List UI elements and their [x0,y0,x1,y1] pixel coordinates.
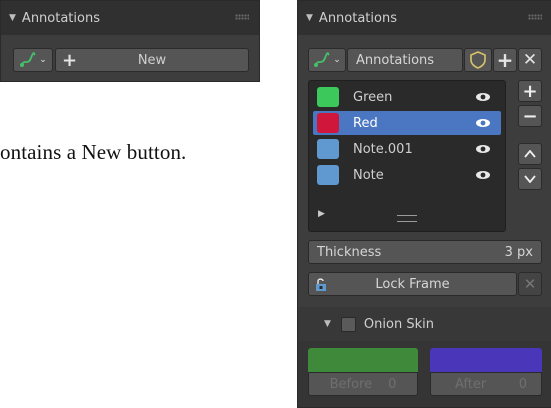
collapse-triangle-icon[interactable]: ▼ [306,13,313,23]
stroke-icon [20,52,36,67]
triangle-up-icon [524,150,536,158]
layer-row-note[interactable]: Note [313,163,501,187]
new-label: New [137,52,167,68]
panel-header[interactable]: ▼ Annotations [1,1,259,35]
before-value: 0 [388,376,397,392]
thickness-label: Thickness [317,244,382,260]
new-datablock-button[interactable]: + [493,48,517,72]
collapse-triangle-icon[interactable]: ▼ [324,319,331,329]
annotation-browse-button[interactable]: ⌄ [13,48,53,72]
collapse-triangle-icon[interactable]: ▼ [9,13,16,23]
layer-name: Red [353,115,378,131]
after-color-swatch[interactable] [430,348,542,372]
layer-color-swatch[interactable] [317,113,339,133]
plus-icon: + [496,48,514,72]
panel-title: Annotations [21,10,100,26]
chevron-down-icon: ⌄ [39,55,47,65]
move-layer-down-button[interactable] [518,168,542,190]
layer-color-swatch[interactable] [317,87,339,107]
eye-icon[interactable] [475,170,491,180]
close-icon: ✕ [522,50,538,70]
close-icon: ✕ [523,275,537,293]
triangle-down-icon [524,175,536,183]
datablock-name: Annotations [356,52,435,68]
plus-icon: + [522,80,538,102]
list-resize-handle[interactable] [397,215,417,222]
lock-frame-label: Lock Frame [375,276,450,292]
layer-color-swatch[interactable] [317,165,339,185]
panel-header[interactable]: ▼ Annotations [298,1,551,35]
after-value: 0 [518,376,527,392]
onion-skin-label: Onion Skin [363,316,434,332]
stroke-icon [314,52,330,67]
eye-icon[interactable] [475,118,491,128]
remove-layer-button[interactable]: − [518,105,542,127]
annotation-browse-button[interactable]: ⌄ [308,48,346,72]
chevron-down-icon: ⌄ [333,55,341,65]
eye-icon[interactable] [475,144,491,154]
list-expand-triangle-icon[interactable]: ▶ [318,209,325,219]
move-layer-up-button[interactable] [518,143,542,165]
onion-skin-header[interactable]: ▼ Onion Skin [298,307,551,341]
layer-list[interactable]: Green Red Note.001 Note ▶ [308,80,506,232]
clear-lock-frame-button[interactable]: ✕ [518,272,542,296]
shield-icon [470,51,486,69]
layer-name: Note [353,167,384,183]
datablock-name-field[interactable]: Annotations [347,48,463,72]
layer-color-swatch[interactable] [317,139,339,159]
after-label: After [455,376,487,392]
layer-row-note-001[interactable]: Note.001 [313,137,501,161]
thickness-field[interactable]: Thickness 3 px [308,240,542,264]
caption-text: ontains a New button. [0,140,187,164]
layer-name: Note.001 [353,141,413,157]
minus-icon: − [522,105,538,127]
layer-row-green[interactable]: Green [313,85,501,109]
after-frames-field[interactable]: After 0 [430,372,542,396]
onion-skin-checkbox[interactable] [340,316,356,332]
layer-row-red[interactable]: Red [313,111,501,135]
drag-grip-icon[interactable] [528,14,542,20]
panel-title: Annotations [318,10,397,26]
eye-icon[interactable] [475,92,491,102]
layer-name: Green [353,89,393,105]
before-frames-field[interactable]: Before 0 [308,372,418,396]
before-color-swatch[interactable] [308,348,418,372]
new-annotation-button[interactable]: + New [55,48,249,72]
small-annotations-panel: ▼ Annotations ⌄ + New [0,0,260,82]
add-layer-button[interactable]: + [518,80,542,102]
before-label: Before [329,376,373,392]
lock-frame-field[interactable]: Lock Frame [308,272,517,296]
drag-grip-icon[interactable] [235,14,249,20]
unlink-datablock-button[interactable]: ✕ [518,48,542,72]
fake-user-button[interactable] [464,48,492,72]
annotations-panel: ▼ Annotations ⌄ Annotations + ✕ Green Re… [297,0,551,408]
unlock-icon[interactable] [315,277,329,296]
thickness-value: 3 px [504,244,533,260]
